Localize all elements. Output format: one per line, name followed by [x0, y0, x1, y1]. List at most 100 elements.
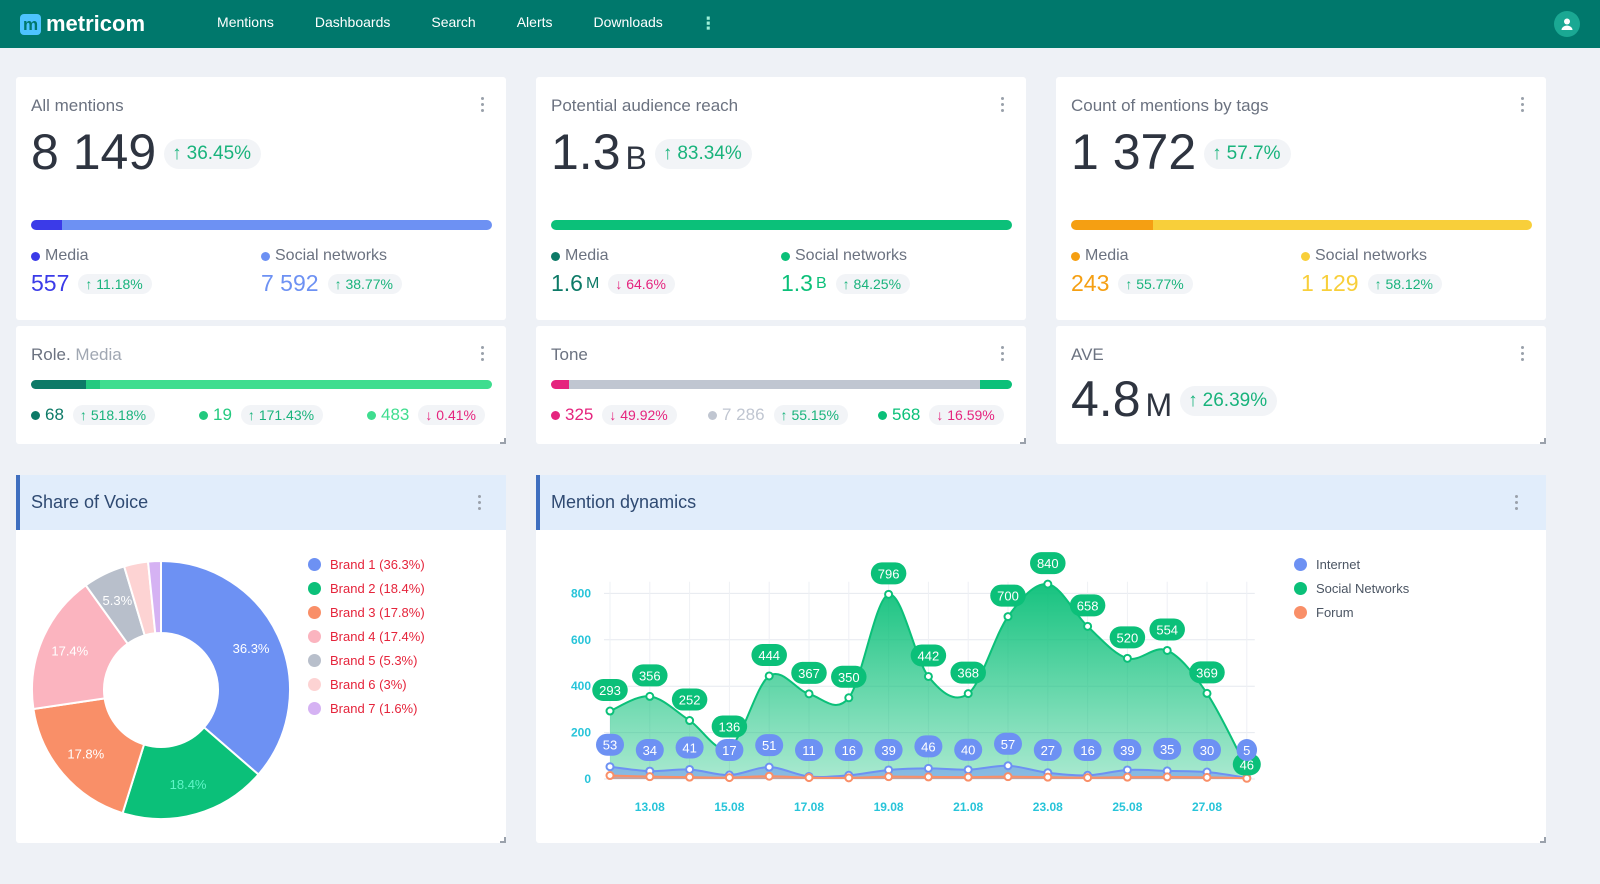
data-label: 11 — [802, 743, 816, 758]
panel-share-of-voice: Share of Voice 36.3% 18.4% 17.8% 17.4% 5.3% … — [16, 475, 506, 843]
stat-value: 7 592 — [261, 270, 319, 296]
legend-dot-icon — [308, 702, 321, 715]
data-point[interactable] — [963, 765, 973, 775]
social-dot-icon — [1301, 251, 1310, 261]
nav-search[interactable]: Search — [431, 14, 475, 34]
x-tick-label: 17.08 — [794, 800, 824, 814]
app-logo[interactable]: m metricom — [20, 11, 145, 37]
data-point[interactable] — [884, 589, 894, 599]
data-point[interactable] — [1043, 579, 1053, 589]
data-point[interactable] — [1003, 612, 1013, 622]
data-point[interactable] — [923, 671, 933, 681]
legend-label: Internet — [1316, 557, 1361, 572]
data-point[interactable] — [685, 772, 695, 782]
data-point[interactable] — [963, 772, 973, 782]
legend-label: Brand 7 (1.6%) — [330, 701, 418, 716]
nav-dashboards[interactable]: Dashboards — [315, 14, 391, 34]
resize-handle-icon[interactable] — [500, 438, 506, 444]
data-point[interactable] — [645, 772, 655, 782]
legend-item[interactable]: Internet — [1294, 557, 1409, 572]
data-point[interactable] — [923, 763, 933, 773]
data-point[interactable] — [1202, 772, 1212, 782]
data-point[interactable] — [764, 671, 774, 681]
legend-item[interactable]: Forum — [1294, 605, 1409, 620]
panel-menu-icon[interactable] — [478, 495, 482, 513]
data-point[interactable] — [1003, 761, 1013, 771]
data-point[interactable] — [1162, 645, 1172, 655]
resize-handle-icon[interactable] — [1540, 438, 1546, 444]
card-menu-icon[interactable] — [481, 346, 485, 364]
data-point[interactable] — [645, 691, 655, 701]
nav-alerts[interactable]: Alerts — [517, 14, 553, 34]
card-menu-icon[interactable] — [1001, 97, 1005, 115]
stat-value: 68 — [45, 405, 64, 424]
data-point[interactable] — [1083, 773, 1093, 783]
data-label: 41 — [682, 740, 696, 755]
nav-downloads[interactable]: Downloads — [594, 14, 663, 34]
role-dot-icon — [199, 410, 208, 420]
data-point[interactable] — [1122, 765, 1132, 775]
data-point[interactable] — [1003, 772, 1013, 782]
sov-donut-chart: 36.3% 18.4% 17.8% 17.4% 5.3% — [31, 559, 291, 820]
bar-segment — [86, 380, 101, 389]
data-label: 16 — [842, 743, 856, 758]
nav-mentions[interactable]: Mentions — [217, 14, 274, 34]
data-point[interactable] — [844, 693, 854, 703]
slice-label: 18.4% — [170, 777, 207, 792]
data-point[interactable] — [605, 706, 615, 716]
media-dot-icon — [1071, 251, 1080, 261]
legend-item[interactable]: Brand 2 (18.4%) — [308, 581, 425, 596]
data-point[interactable] — [685, 716, 695, 726]
big-value: 1.3 B ↑ 83.34% — [551, 123, 752, 181]
change-badge: ↑ 83.34% — [654, 139, 752, 169]
change-value: 57.7% — [1226, 143, 1281, 164]
card-menu-icon[interactable] — [1001, 346, 1005, 364]
data-point[interactable] — [963, 689, 973, 699]
card-title: Role. Media — [31, 345, 122, 365]
data-point[interactable] — [764, 762, 774, 772]
data-point[interactable] — [605, 762, 615, 772]
data-point[interactable] — [724, 773, 734, 783]
big-number: 1.3 — [551, 124, 621, 180]
panel-menu-icon[interactable] — [1515, 495, 1519, 513]
data-point[interactable] — [804, 689, 814, 699]
data-point[interactable] — [1043, 772, 1053, 782]
legend-item[interactable]: Brand 4 (17.4%) — [308, 629, 425, 644]
resize-handle-icon[interactable] — [1020, 438, 1026, 444]
data-point[interactable] — [923, 772, 933, 782]
legend-item[interactable]: Social Networks — [1294, 581, 1409, 596]
card-mentions-by-tags: Count of mentions by tags 1 372 ↑ 57.7% M… — [1056, 77, 1546, 320]
data-point[interactable] — [605, 771, 615, 781]
card-menu-icon[interactable] — [481, 97, 485, 115]
data-point[interactable] — [685, 764, 695, 774]
change-value: 58.12% — [1385, 275, 1433, 292]
data-point[interactable] — [844, 773, 854, 783]
legend-item[interactable]: Brand 1 (36.3%) — [308, 557, 425, 572]
data-point[interactable] — [884, 772, 894, 782]
card-menu-icon[interactable] — [1521, 97, 1525, 115]
media-stat: Media 557 ↑ 11.18% — [31, 247, 152, 297]
resize-handle-icon[interactable] — [1540, 837, 1546, 843]
user-avatar-icon[interactable] — [1554, 11, 1580, 37]
legend-item[interactable]: Brand 5 (5.3%) — [308, 653, 425, 668]
data-point[interactable] — [804, 773, 814, 783]
data-point[interactable] — [1202, 688, 1212, 698]
data-point[interactable] — [1162, 772, 1172, 782]
data-point[interactable] — [1122, 772, 1132, 782]
change-badge: ↓ 64.6% — [608, 273, 675, 294]
legend-label: Brand 5 (5.3%) — [330, 653, 418, 668]
pie-slice[interactable] — [160, 559, 291, 776]
change-badge: ↓ 49.92% — [602, 405, 677, 425]
data-point[interactable] — [764, 771, 774, 781]
data-point[interactable] — [1122, 653, 1132, 663]
data-point[interactable] — [1083, 621, 1093, 631]
change-badge: ↑ 57.7% — [1204, 139, 1291, 169]
card-menu-icon[interactable] — [1521, 346, 1525, 364]
big-value: 8 149 ↑ 36.45% — [31, 123, 262, 181]
data-point[interactable] — [1242, 773, 1252, 783]
nav-more-icon[interactable]: ⋮ — [700, 14, 717, 34]
legend-item[interactable]: Brand 6 (3%) — [308, 677, 425, 692]
resize-handle-icon[interactable] — [500, 837, 506, 843]
legend-item[interactable]: Brand 3 (17.8%) — [308, 605, 425, 620]
legend-item[interactable]: Brand 7 (1.6%) — [308, 701, 425, 716]
